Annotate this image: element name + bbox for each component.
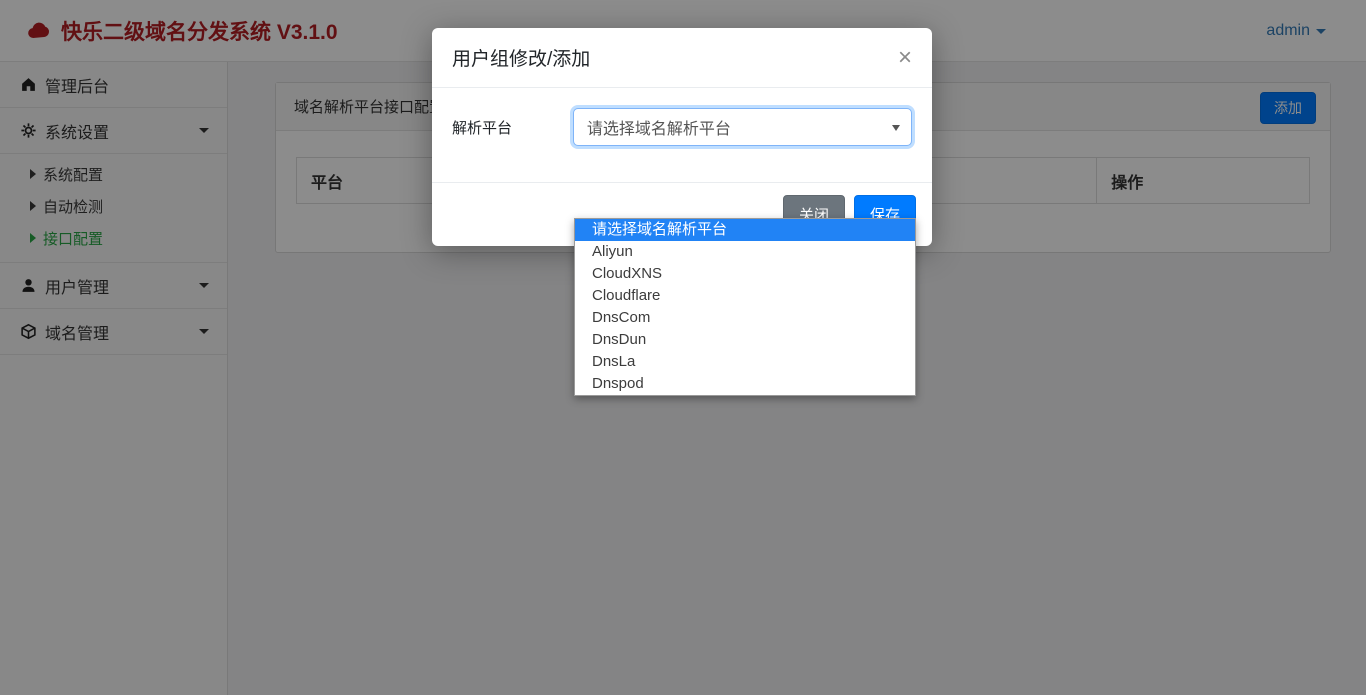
dropdown-option[interactable]: 请选择域名解析平台 [575, 219, 915, 241]
dropdown-option[interactable]: Cloudflare [575, 285, 915, 307]
select-value: 请选择域名解析平台 [587, 115, 731, 139]
dropdown-option[interactable]: Aliyun [575, 241, 915, 263]
dropdown-option[interactable]: DnsCom [575, 307, 915, 329]
dropdown-option[interactable]: CloudXNS [575, 263, 915, 285]
platform-select[interactable]: 请选择域名解析平台 [573, 108, 912, 146]
dropdown-option[interactable]: Dnspod [575, 373, 915, 395]
modal-header: 用户组修改/添加 × [432, 28, 932, 88]
close-icon[interactable]: × [898, 46, 912, 70]
select-arrow-icon [892, 125, 900, 131]
platform-select-dropdown: 请选择域名解析平台 Aliyun CloudXNS Cloudflare Dns… [574, 218, 916, 396]
modal-title: 用户组修改/添加 [452, 44, 590, 71]
dropdown-option[interactable]: DnsLa [575, 351, 915, 373]
modal-body: 解析平台 请选择域名解析平台 [432, 88, 932, 182]
dropdown-option[interactable]: DnsDun [575, 329, 915, 351]
user-group-modal: 用户组修改/添加 × 解析平台 请选择域名解析平台 关闭 保存 [432, 28, 932, 246]
resolve-platform-label: 解析平台 [452, 117, 573, 138]
